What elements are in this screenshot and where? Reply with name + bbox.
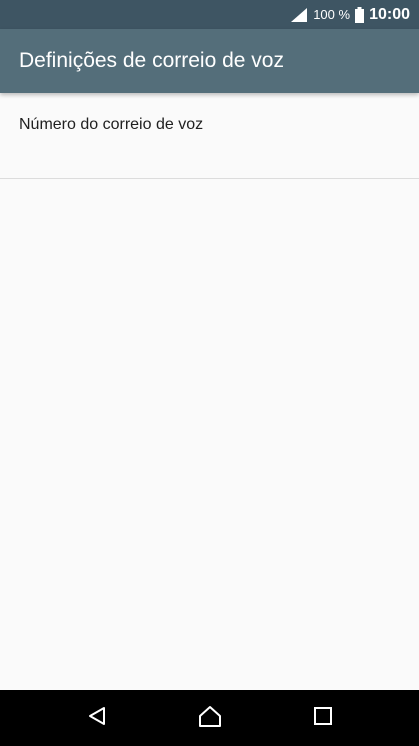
status-bar: 100 % 10:00 — [0, 0, 419, 29]
clock: 10:00 — [369, 5, 410, 23]
recents-icon — [313, 706, 332, 730]
home-icon — [198, 705, 222, 732]
signal-icon — [291, 7, 308, 22]
screen: 100 % 10:00 Definições de correio de voz… — [0, 0, 419, 746]
back-button[interactable] — [67, 690, 127, 746]
voicemail-number-label: Número do correio de voz — [19, 116, 204, 133]
home-button[interactable] — [180, 690, 240, 746]
battery-percentage: 100 % — [313, 7, 351, 22]
navigation-bar — [0, 690, 419, 746]
back-icon — [87, 706, 107, 731]
battery-icon — [355, 6, 365, 23]
voicemail-number-item[interactable]: Número do correio de voz — [0, 93, 419, 179]
recents-button[interactable] — [293, 690, 353, 746]
settings-list: Número do correio de voz — [0, 93, 419, 179]
page-title: Definições de correio de voz — [19, 49, 284, 72]
app-bar: Definições de correio de voz — [0, 29, 419, 93]
